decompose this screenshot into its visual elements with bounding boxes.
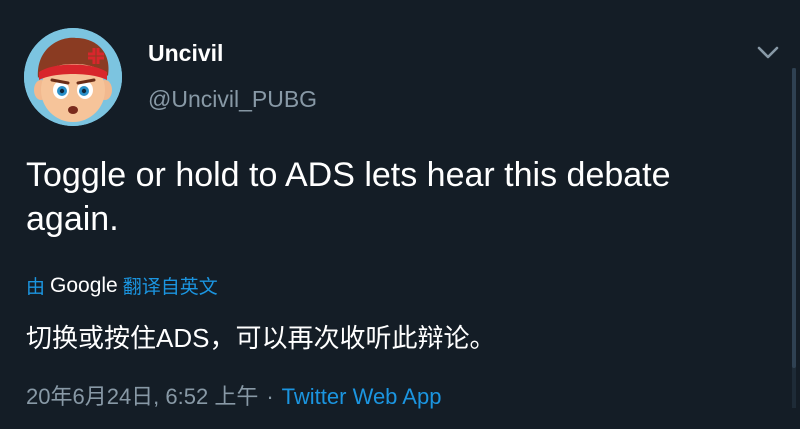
meta-separator: · bbox=[266, 384, 274, 409]
tweet-card: Uncivil @Uncivil_PUBG Toggle or hold to … bbox=[0, 0, 800, 429]
scrollbar-thumb[interactable] bbox=[792, 68, 796, 368]
translated-by-line[interactable]: 由 Google 翻译自英文 bbox=[26, 272, 218, 299]
timestamp[interactable]: 20年6月24日, 6:52 上午 bbox=[26, 384, 258, 409]
tweet-text: Toggle or hold to ADS lets hear this deb… bbox=[26, 156, 671, 238]
source-link[interactable]: Twitter Web App bbox=[282, 384, 442, 409]
translate-prefix: 由 bbox=[26, 277, 46, 298]
username[interactable]: @Uncivil_PUBG bbox=[148, 86, 317, 113]
tweet-meta: 20年6月24日, 6:52 上午 · Twitter Web App bbox=[26, 379, 441, 411]
translated-text: 切换或按住ADS，可以再次收听此辩论。 bbox=[26, 323, 496, 353]
avatar[interactable] bbox=[24, 28, 122, 126]
google-logo: Google bbox=[50, 273, 118, 297]
translate-suffix: 翻译自英文 bbox=[122, 277, 218, 298]
display-name[interactable]: Uncivil bbox=[148, 40, 223, 67]
chevron-down-icon[interactable] bbox=[754, 40, 782, 64]
